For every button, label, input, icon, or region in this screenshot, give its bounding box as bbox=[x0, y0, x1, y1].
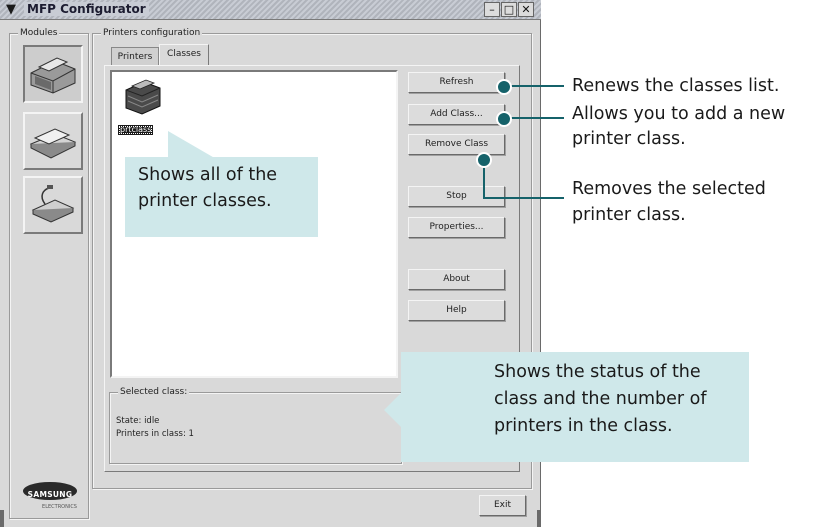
window-title: MFP Configurator bbox=[24, 2, 149, 16]
close-icon[interactable]: ✕ bbox=[518, 2, 534, 17]
list-callout: Shows all of the printer classes. bbox=[125, 157, 318, 237]
add-class-pointer-dot bbox=[496, 111, 512, 127]
refresh-pointer-line bbox=[508, 85, 564, 87]
printer-module-button[interactable] bbox=[23, 45, 83, 103]
printer-icon bbox=[30, 57, 76, 94]
minimize-icon[interactable]: – bbox=[484, 2, 500, 17]
status-callout-line2: class and the number of bbox=[494, 389, 707, 409]
title-bar[interactable]: ▼ MFP Configurator – □ ✕ bbox=[0, 0, 541, 20]
samsung-logo: SAMSUNG ELECTRONICS bbox=[20, 482, 80, 516]
resize-grip-left[interactable] bbox=[0, 510, 4, 527]
add-class-note-line2: printer class. bbox=[572, 129, 686, 149]
port-module-button[interactable] bbox=[23, 176, 83, 234]
selected-class-group: Selected class: bbox=[109, 386, 402, 464]
remove-class-note-line1: Removes the selected bbox=[572, 179, 766, 199]
list-callout-line1: Shows all of the bbox=[138, 165, 278, 185]
add-class-note-line1: Allows you to add a new bbox=[572, 104, 786, 124]
tab-classes[interactable]: Classes bbox=[159, 44, 209, 66]
class-label: prtclass bbox=[118, 125, 154, 135]
scanner-icon bbox=[29, 128, 77, 159]
resize-grip-right[interactable] bbox=[537, 510, 541, 527]
printers-in-class: Printers in class: 1 bbox=[116, 429, 194, 439]
logo-sub: ELECTRONICS bbox=[42, 504, 77, 510]
properties-button[interactable]: Properties... bbox=[408, 217, 505, 238]
list-callout-line2: printer classes. bbox=[138, 191, 272, 211]
class-state: State: idle bbox=[116, 416, 160, 426]
list-item[interactable]: prtclass bbox=[118, 76, 168, 136]
help-button[interactable]: Help bbox=[408, 300, 505, 321]
status-callout-line1: Shows the status of the bbox=[494, 362, 701, 382]
printers-configuration-label: Printers configuration bbox=[101, 27, 203, 39]
remove-class-note-line2: printer class. bbox=[572, 205, 686, 225]
selected-class-label: Selected class: bbox=[118, 386, 190, 398]
add-class-button[interactable]: Add Class... bbox=[408, 104, 505, 125]
status-callout-line3: printers in the class. bbox=[494, 416, 673, 436]
port-icon bbox=[31, 185, 75, 223]
remove-class-button[interactable]: Remove Class bbox=[408, 134, 505, 155]
about-button[interactable]: About bbox=[408, 269, 505, 290]
scanner-module-button[interactable] bbox=[23, 112, 83, 170]
modules-group: Modules bbox=[9, 27, 89, 519]
chevron-down-icon[interactable]: ▼ bbox=[3, 2, 19, 17]
tab-printers[interactable]: Printers bbox=[111, 47, 159, 65]
exit-button[interactable]: Exit bbox=[479, 495, 526, 516]
modules-label: Modules bbox=[18, 27, 60, 39]
refresh-button[interactable]: Refresh bbox=[408, 72, 505, 93]
printer-class-icon bbox=[125, 79, 161, 115]
status-callout: Shows the status of the class and the nu… bbox=[401, 352, 749, 462]
add-class-pointer-line bbox=[508, 117, 564, 119]
refresh-pointer-dot bbox=[496, 79, 512, 95]
remove-class-pointer-hline bbox=[483, 197, 564, 199]
refresh-note: Renews the classes list. bbox=[572, 76, 780, 96]
remove-class-pointer-dot bbox=[476, 152, 492, 168]
maximize-icon[interactable]: □ bbox=[501, 2, 517, 17]
logo-brand: SAMSUNG bbox=[27, 490, 73, 499]
